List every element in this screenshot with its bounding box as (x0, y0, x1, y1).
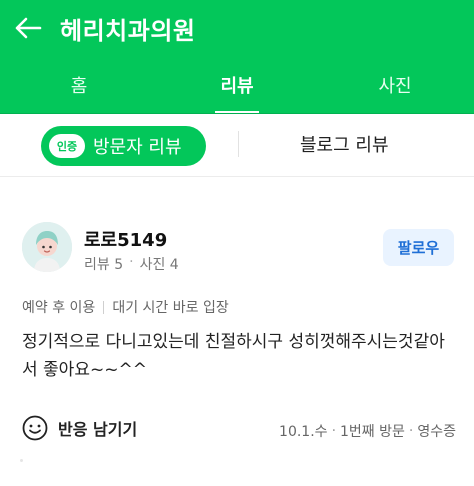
avatar-illustration (22, 222, 72, 272)
follow-button[interactable]: 팔로우 (383, 229, 454, 266)
arrow-left-icon (15, 17, 42, 39)
photo-count: 사진 4 (139, 257, 179, 273)
avatar[interactable] (22, 222, 72, 272)
visit-info: 10.1.수 · 1번째 방문 · 영수증 (279, 421, 456, 441)
visit-info-separator: · (408, 423, 414, 439)
divider-dot (20, 459, 23, 462)
reviewer-nickname[interactable]: 로로5149 (84, 226, 167, 252)
main-tabs: 홈 리뷰 사진 (0, 56, 474, 114)
reaction-label: 반응 남기기 (58, 420, 138, 439)
reviewer-stats: 리뷰 5 · 사진 4 (84, 254, 179, 274)
stats-separator: · (129, 254, 134, 270)
review-count: 리뷰 5 (84, 257, 124, 273)
review-text[interactable]: 정기적으로 다니고있는데 친절하시구 성히껏해주시는것같아서 좋아요~~^^ (22, 328, 457, 384)
app-header: 헤리치과의원 (0, 0, 474, 56)
visit-date: 10.1.수 (279, 424, 328, 440)
receipt-label: 영수증 (417, 424, 456, 440)
tab-photos[interactable]: 사진 (316, 56, 474, 114)
visit-count: 1번째 방문 (340, 424, 405, 440)
review-subtabs: 인증 방문자 리뷰 (0, 114, 474, 177)
subtab-divider (238, 131, 239, 157)
review-tags: 예약 후 이용 대기 시간 바로 입장 (22, 297, 229, 317)
visit-info-separator: · (331, 423, 337, 439)
smile-icon (22, 415, 48, 441)
tab-reviews[interactable]: 리뷰 (158, 56, 316, 114)
visitor-review-tab[interactable]: 인증 방문자 리뷰 (41, 126, 206, 166)
tag-separator (103, 300, 105, 314)
tab-home[interactable]: 홈 (0, 56, 158, 114)
blog-review-tab[interactable]: 블로그 리뷰 (300, 131, 389, 157)
back-button[interactable] (10, 10, 46, 46)
leave-reaction-button[interactable]: 반응 남기기 (22, 415, 137, 441)
page-title: 헤리치과의원 (60, 17, 196, 45)
verified-badge: 인증 (49, 134, 85, 158)
tag-wait-time: 대기 시간 바로 입장 (112, 300, 229, 316)
visitor-review-label: 방문자 리뷰 (93, 137, 182, 158)
tag-reservation: 예약 후 이용 (22, 300, 96, 316)
